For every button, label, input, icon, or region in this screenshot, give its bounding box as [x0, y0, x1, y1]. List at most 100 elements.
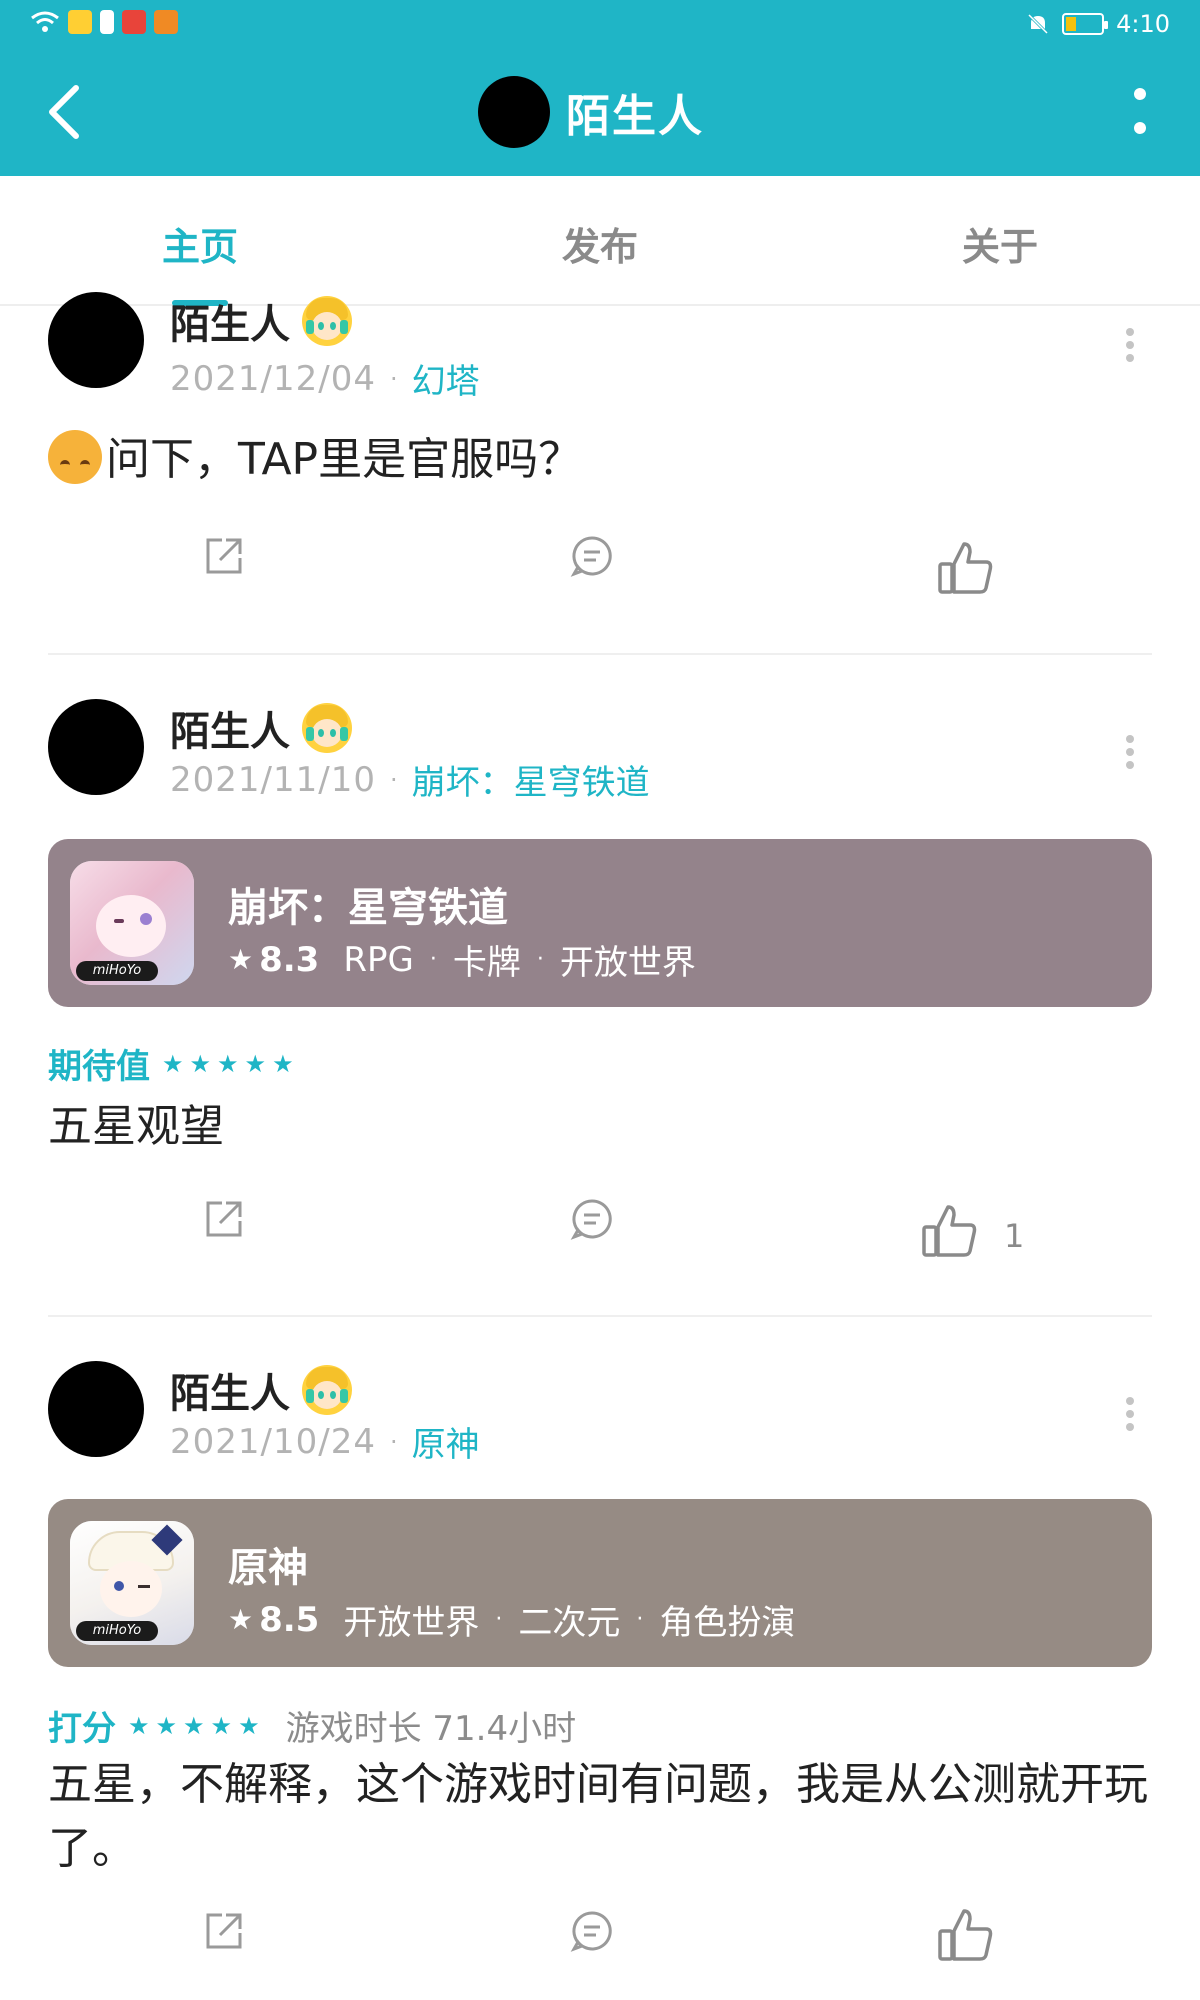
post-more-button[interactable] — [1122, 328, 1138, 368]
more-options-button[interactable] — [1120, 84, 1160, 140]
back-button[interactable] — [40, 80, 90, 144]
game-tag: RPG — [343, 939, 414, 980]
post-header: 陌生人 2021/10/24 · 原神 — [48, 1317, 1152, 1465]
game-card-info: ★ 8.5 开放世界 · 二次元 · 角色扮演 — [228, 1595, 795, 1644]
game-link[interactable]: 幻塔 — [412, 354, 480, 403]
rating-label: 打分 — [48, 1709, 116, 1749]
user-badge-icon — [302, 296, 352, 346]
tab-home[interactable]: 主页 — [0, 176, 400, 306]
video-notification-icon — [154, 10, 178, 34]
weibo-notification-icon — [68, 10, 92, 34]
rating-stars: ★★★★★ — [162, 1049, 300, 1078]
post-item: 陌生人 2021/11/10 · 崩坏：星穹铁道 miHoYo 崩坏：星穹铁道 … — [48, 653, 1152, 1315]
user-name-row: 陌生人 — [170, 292, 352, 350]
post-meta: 2021/11/10 · 崩坏：星穹铁道 — [170, 755, 650, 804]
user-name[interactable]: 陌生人 — [170, 292, 290, 350]
game-tag: 二次元 — [518, 1603, 621, 1643]
game-card-title: 崩坏：星穹铁道 — [228, 885, 508, 931]
tag-separator: · — [495, 1607, 503, 1632]
share-icon — [206, 1201, 242, 1237]
header-avatar[interactable] — [478, 76, 550, 148]
post-date: 2021/11/10 — [170, 759, 376, 800]
game-card-info: ★ 8.3 RPG · 卡牌 · 开放世界 — [228, 935, 696, 984]
post-actions: 1 — [48, 1179, 1152, 1307]
share-button[interactable] — [202, 1909, 246, 1957]
game-link[interactable]: 原神 — [412, 1417, 480, 1466]
rating-row: 打分 ★★★★★ 游戏时长 71.4小时 — [48, 1701, 576, 1750]
tab-label: 发布 — [561, 225, 638, 269]
alert-notification-icon — [100, 10, 114, 34]
star-icon: ★ — [228, 943, 254, 976]
vertical-dots-icon — [1134, 88, 1146, 134]
post-more-button[interactable] — [1122, 1397, 1138, 1437]
game-card[interactable]: miHoYo 崩坏：星穹铁道 ★ 8.3 RPG · 卡牌 · 开放世界 — [48, 839, 1152, 1007]
post-actions — [48, 1897, 1152, 2000]
user-avatar[interactable] — [48, 1361, 144, 1457]
tag-separator: · — [636, 1607, 644, 1632]
wifi-icon — [31, 11, 59, 32]
post-actions — [48, 516, 1152, 644]
meta-separator: · — [389, 765, 398, 794]
tab-label: 主页 — [161, 225, 238, 269]
comment-icon — [570, 536, 612, 577]
comment-button[interactable] — [570, 1909, 614, 1957]
share-icon — [206, 538, 242, 574]
thumbs-up-icon — [938, 542, 993, 594]
star-icon: ★ — [228, 1603, 254, 1636]
game-score: 8.5 — [259, 1599, 320, 1640]
post-header: 陌生人 2021/12/04 · 幻塔 — [48, 292, 1152, 406]
thumbs-up-icon — [938, 1909, 993, 1961]
post-more-button[interactable] — [1122, 735, 1138, 775]
tag-separator: · — [429, 947, 437, 972]
post-date: 2021/10/24 — [170, 1421, 376, 1462]
game-card-title: 原神 — [228, 1545, 308, 1591]
chevron-left-icon — [49, 85, 79, 139]
post-meta: 2021/12/04 · 幻塔 — [170, 354, 480, 403]
thumbs-up-icon — [922, 1205, 977, 1257]
rating-label: 期待值 — [48, 1047, 150, 1087]
user-badge-icon — [302, 1365, 352, 1415]
game-card[interactable]: miHoYo 原神 ★ 8.5 开放世界 · 二次元 · 角色扮演 — [48, 1499, 1152, 1667]
like-button[interactable] — [936, 1905, 996, 1969]
game-tag: 开放世界 — [559, 943, 696, 983]
post-meta: 2021/10/24 · 原神 — [170, 1417, 480, 1466]
app-header: 4:10 陌生人 — [0, 0, 1200, 176]
meta-separator: · — [389, 1427, 398, 1456]
user-name[interactable]: 陌生人 — [170, 1361, 290, 1419]
comment-icon — [570, 1199, 612, 1240]
post-text: 五星观望 — [48, 1101, 224, 1152]
game-tag: 角色扮演 — [659, 1603, 796, 1643]
user-name[interactable]: 陌生人 — [170, 699, 290, 757]
comment-button[interactable] — [570, 534, 614, 582]
post-text: 五星，不解释，这个游戏时间有问题，我是从公测就开玩了。 — [48, 1759, 1148, 1874]
mute-bell-icon — [1028, 13, 1049, 35]
post-text-content: 问下，TAP里是官服吗？ — [106, 434, 583, 485]
status-bar-right: 4:10 — [1026, 10, 1170, 38]
game-publisher-logo: miHoYo — [76, 1621, 158, 1641]
tab-posts[interactable]: 发布 — [400, 176, 800, 304]
share-button[interactable] — [202, 1197, 246, 1245]
rating-stars: ★★★★★ — [128, 1711, 266, 1740]
rating-row: 期待值 ★★★★★ — [48, 1039, 300, 1088]
user-avatar[interactable] — [48, 699, 144, 795]
post-feed: 陌生人 2021/12/04 · 幻塔 问下，TAP里是官服吗？ 陌生人 202… — [48, 292, 1152, 1975]
like-button[interactable] — [920, 1201, 980, 1265]
game-publisher-logo: miHoYo — [76, 961, 158, 981]
user-name-row: 陌生人 — [170, 699, 352, 757]
upside-down-face-emoji-icon — [48, 430, 102, 484]
tab-about[interactable]: 关于 — [800, 176, 1200, 304]
tag-separator: · — [536, 947, 544, 972]
like-count: 1 — [1004, 1217, 1025, 1255]
tab-label: 关于 — [961, 225, 1038, 269]
game-tag: 卡牌 — [452, 943, 521, 983]
share-button[interactable] — [202, 534, 246, 582]
share-icon — [206, 1913, 242, 1949]
game-tag: 开放世界 — [343, 1603, 480, 1643]
status-time: 4:10 — [1116, 10, 1170, 38]
comment-button[interactable] — [570, 1197, 614, 1245]
battery-icon — [1062, 13, 1109, 35]
game-link[interactable]: 崩坏：星穹铁道 — [412, 755, 650, 804]
profile-tabs: 主页 发布 关于 — [0, 176, 1200, 306]
user-avatar[interactable] — [48, 292, 144, 388]
like-button[interactable] — [936, 538, 996, 602]
